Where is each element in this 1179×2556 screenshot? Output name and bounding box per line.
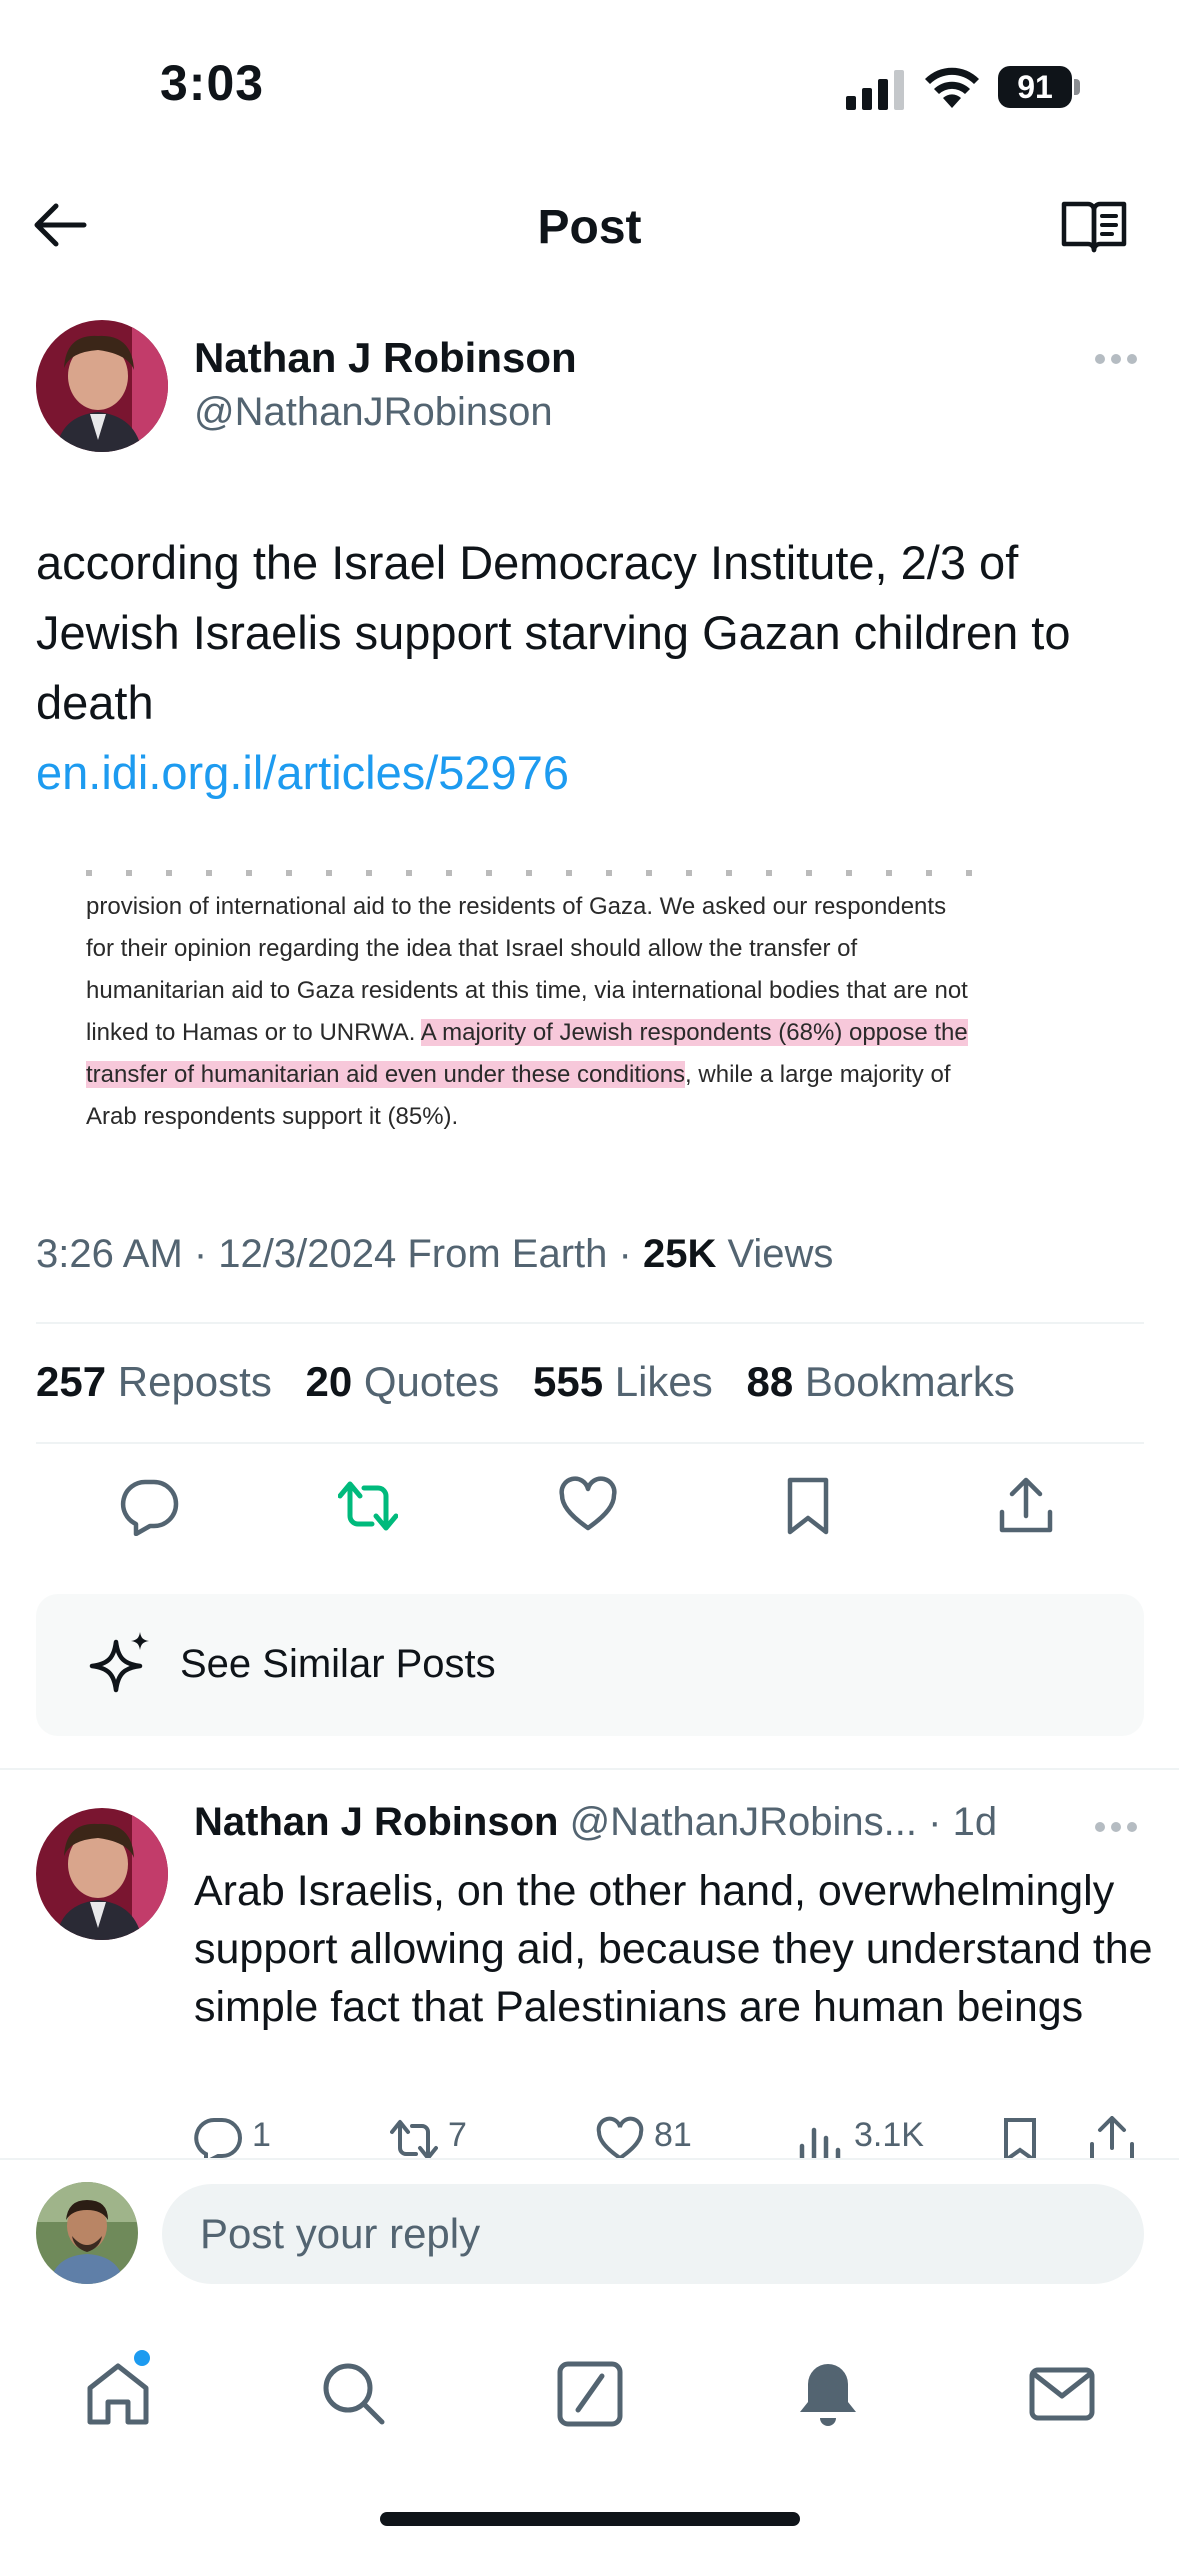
author-name[interactable]: Nathan J Robinson: [194, 334, 577, 382]
like-icon: [596, 2116, 644, 2158]
image-text-line: provision of international aid to the re…: [86, 893, 947, 920]
status-bar: 3:03 91: [0, 0, 1179, 160]
battery-icon: 91: [998, 66, 1080, 108]
reply-author-avatar[interactable]: [36, 1808, 168, 1940]
image-text-segment: , while a large majority of: [685, 1061, 951, 1088]
post-timestamp: 3:26 AM · 12/3/2024 From Earth ·: [36, 1232, 643, 1276]
reply-text: Arab Israelis, on the other hand, overwh…: [194, 1867, 1153, 2031]
views-count: 25K: [642, 1232, 717, 1276]
reply-count: 1: [252, 2116, 271, 2154]
repost-icon[interactable]: [338, 1476, 398, 1536]
likes-count: 555: [532, 1358, 604, 1405]
highlighted-text: A majority of Jewish respondents (68%) o…: [420, 1019, 968, 1046]
sparkle-icon: [89, 1632, 149, 1693]
divider: [0, 1768, 1179, 1770]
bookmarks-count: 88: [746, 1358, 794, 1405]
reply-like-button[interactable]: 81: [596, 2116, 692, 2158]
status-time: 3:03: [160, 55, 265, 111]
reply-composer-bar: [0, 2158, 1179, 2298]
post-action-row: [0, 1470, 1179, 1542]
reply-author-handle[interactable]: @NathanJRobins...: [570, 1800, 917, 1844]
image-text-line: Arab respondents support it (85%).: [86, 1103, 459, 1130]
reply-separator: ·: [917, 1800, 953, 1844]
quotes-label: Quotes: [363, 1358, 500, 1405]
see-similar-posts-button[interactable]: See Similar Posts: [36, 1594, 1144, 1736]
analytics-icon: [799, 2127, 841, 2158]
new-activity-dot: [134, 2350, 150, 2366]
reply-header: Nathan J Robinson @NathanJRobins... · 1d: [194, 1800, 997, 1845]
my-avatar-image: [36, 2182, 138, 2284]
home-indicator: [380, 2512, 800, 2526]
compose-icon[interactable]: [554, 2358, 626, 2430]
likes-label: Likes: [614, 1358, 713, 1405]
image-text-line: transfer of humanitarian aid even under …: [86, 1054, 951, 1096]
image-text-line: for their opinion regarding the idea tha…: [86, 935, 858, 962]
reposts-count: 257: [36, 1358, 107, 1405]
nav-header: Post: [0, 160, 1179, 290]
post-text: according the Israel Democracy Institute…: [36, 536, 1071, 729]
reply-icon: [194, 2118, 242, 2158]
reply-bookmark-button[interactable]: [996, 2116, 1054, 2158]
reply-timestamp: 1d: [952, 1800, 998, 1844]
views-label: Views: [716, 1232, 834, 1276]
bookmarks-stat[interactable]: 88 Bookmarks: [746, 1358, 1014, 1406]
cut-off-text-line: [86, 870, 986, 876]
reposts-stat[interactable]: 257 Reposts: [36, 1358, 272, 1406]
cellular-signal-icon: [846, 70, 904, 110]
more-options-icon[interactable]: [1094, 1820, 1138, 1834]
highlighted-text: transfer of humanitarian aid even under …: [86, 1061, 686, 1088]
more-options-icon[interactable]: [1094, 352, 1138, 366]
notifications-icon[interactable]: [792, 2358, 864, 2430]
reply-share-button[interactable]: [1088, 2116, 1146, 2158]
divider: [36, 1442, 1144, 1444]
image-text-segment: linked to Hamas or to UNRWA.: [86, 1019, 421, 1046]
reply-action-row: 1 7 81 3.1K: [0, 2112, 1179, 2158]
post-link[interactable]: en.idi.org.il/articles/52976: [36, 738, 569, 808]
see-similar-posts-label: See Similar Posts: [180, 1642, 496, 1686]
reposts-label: Reposts: [117, 1358, 272, 1405]
search-icon[interactable]: [318, 2358, 390, 2430]
post-stats: 257 Reposts 20 Quotes 555 Likes 88 Bookm…: [36, 1358, 1037, 1406]
share-icon: [1090, 2116, 1134, 2158]
image-text-line: humanitarian aid to Gaza residents at th…: [86, 977, 968, 1004]
repost-icon: [390, 2120, 438, 2158]
messages-icon[interactable]: [1026, 2358, 1098, 2430]
repost-count: 7: [448, 2116, 467, 2154]
divider: [36, 1322, 1144, 1324]
quotes-count: 20: [305, 1358, 353, 1405]
author-handle[interactable]: @NathanJRobinson: [194, 390, 553, 435]
my-avatar[interactable]: [36, 2182, 138, 2284]
author-avatar-image: [36, 320, 168, 452]
reply-repost-button[interactable]: 7: [390, 2116, 467, 2158]
page-title: Post: [537, 201, 642, 254]
reply-views-button[interactable]: 3.1K: [796, 2116, 924, 2158]
views-count: 3.1K: [854, 2116, 924, 2154]
post-meta: 3:26 AM · 12/3/2024 From Earth · 25K Vie…: [36, 1232, 833, 1277]
reply-author-name[interactable]: Nathan J Robinson: [194, 1800, 558, 1844]
battery-level: 91: [1017, 69, 1053, 105]
author-avatar[interactable]: [36, 320, 168, 452]
bookmark-icon[interactable]: [778, 1476, 838, 1536]
reply-reply-button[interactable]: 1: [194, 2116, 271, 2158]
likes-stat[interactable]: 555 Likes: [533, 1358, 713, 1406]
like-count: 81: [654, 2116, 692, 2154]
reader-mode-icon[interactable]: [1060, 198, 1128, 254]
reply-author-avatar-image: [36, 1808, 168, 1940]
bookmark-icon: [1004, 2118, 1036, 2158]
wifi-icon: [925, 67, 979, 108]
share-icon[interactable]: [996, 1476, 1056, 1536]
post-image[interactable]: provision of international aid to the re…: [36, 870, 1146, 1140]
reply-icon[interactable]: [120, 1476, 180, 1536]
bookmarks-label: Bookmarks: [804, 1358, 1015, 1405]
like-icon[interactable]: [558, 1476, 618, 1536]
quotes-stat[interactable]: 20 Quotes: [306, 1358, 500, 1406]
home-icon[interactable]: [82, 2358, 154, 2430]
image-text-line: linked to Hamas or to UNRWA. A majority …: [86, 1012, 968, 1054]
reply-input[interactable]: [162, 2184, 1144, 2284]
